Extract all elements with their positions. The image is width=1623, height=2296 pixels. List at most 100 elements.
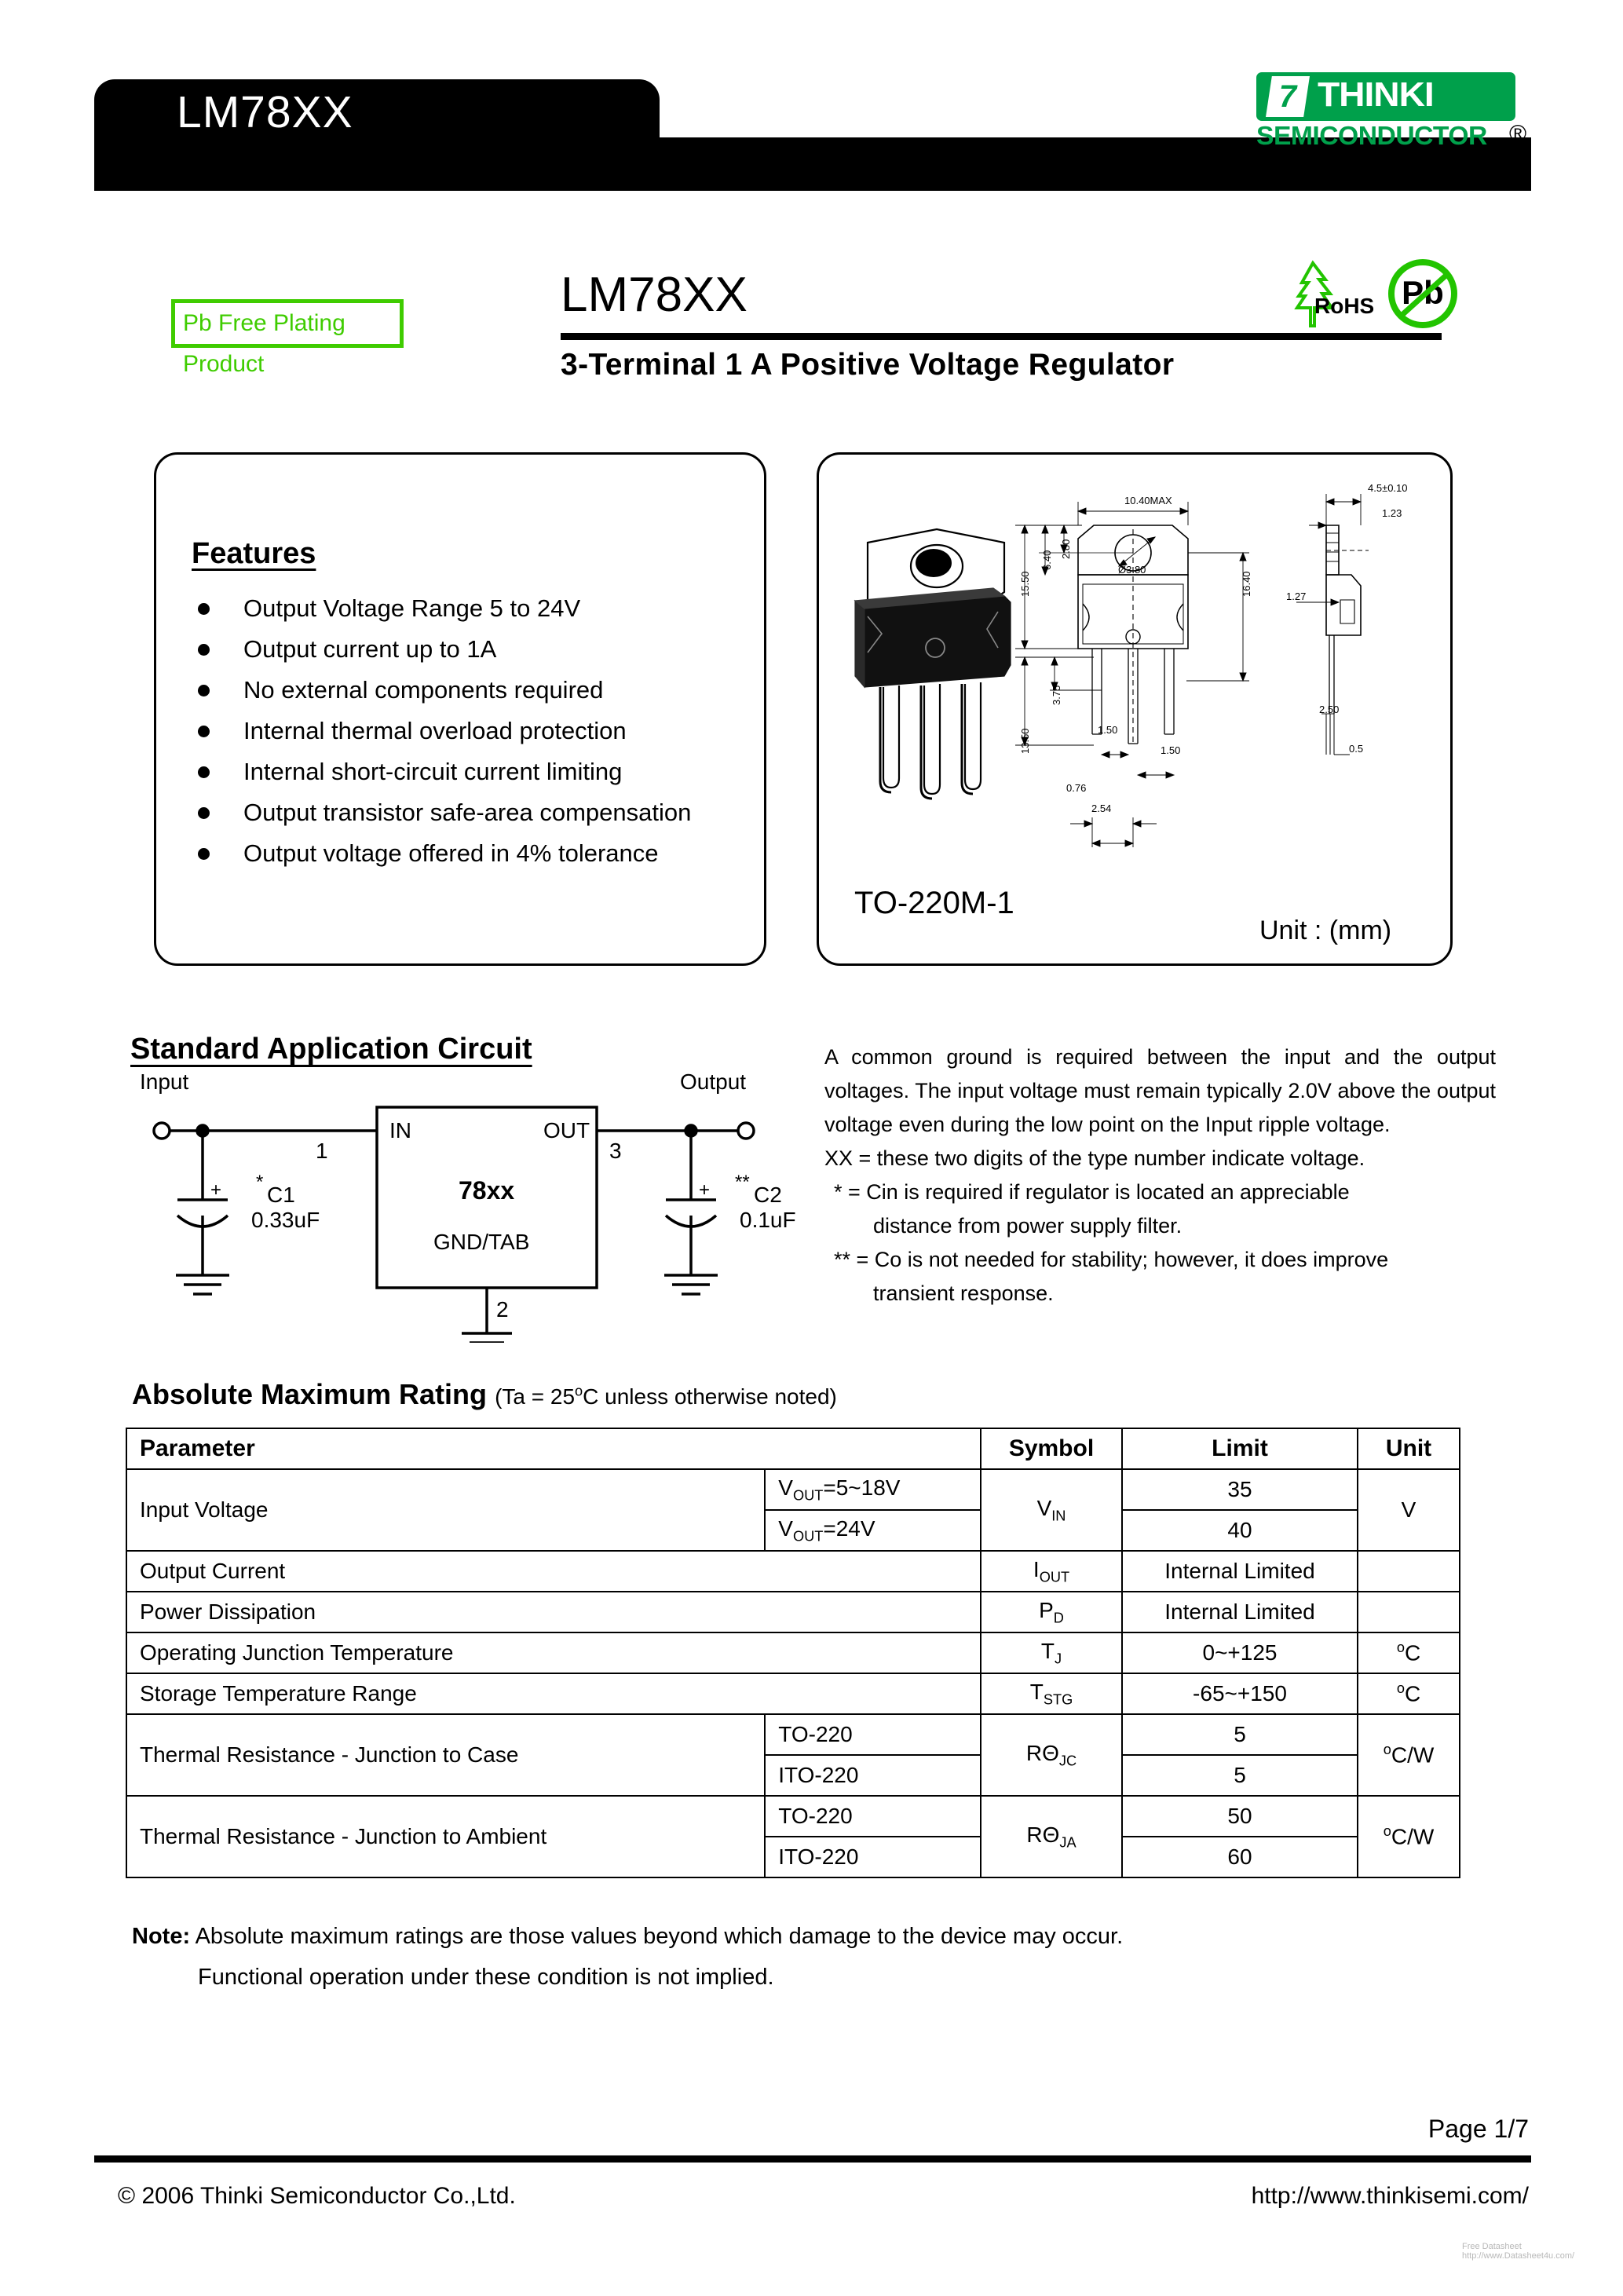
rohs-icon: RoHS: [1286, 259, 1375, 330]
circuit-c2-star: **: [735, 1172, 750, 1193]
logo-seven-icon: 7: [1266, 76, 1310, 117]
cell-parameter: Input Voltage: [125, 1468, 766, 1552]
cell-limit: Internal Limited: [1121, 1550, 1358, 1592]
bullet-icon: [198, 726, 210, 737]
cell-symbol: TJ: [980, 1632, 1123, 1674]
cell-unit: [1357, 1591, 1460, 1633]
dim-width-max: 10.40MAX: [1124, 495, 1172, 506]
cell-condition: VOUT=5~18V: [764, 1468, 981, 1511]
description-paragraph-1: A common ground is required between the …: [824, 1045, 1496, 1136]
cell-symbol: TSTG: [980, 1673, 1123, 1715]
dim-total-height: 16.40: [1241, 571, 1252, 597]
cell-limit: Internal Limited: [1121, 1591, 1358, 1633]
bullet-icon: [198, 644, 210, 656]
description-footnote-1b: distance from power supply filter.: [873, 1214, 1183, 1238]
feature-item: Internal thermal overload protection: [192, 711, 757, 751]
cell-parameter: Power Dissipation: [126, 1591, 981, 1633]
col-header-unit: Unit: [1357, 1428, 1460, 1470]
feature-label: No external components required: [243, 676, 604, 704]
abs-max-rating-table: Parameter Symbol Limit Unit Input Voltag…: [125, 1428, 1460, 1878]
cell-symbol: RΘJA: [980, 1795, 1123, 1878]
table-row: Operating Junction Temperature TJ 0~+125…: [126, 1632, 1460, 1674]
table-row: Thermal Resistance - Junction to Ambient…: [125, 1795, 1460, 1878]
cell-limit: 60: [1121, 1836, 1358, 1878]
dim-shoulder: 3.75: [1051, 685, 1062, 705]
feature-item: Output voltage offered in 4% tolerance: [192, 833, 757, 874]
dim-hole-offset: 2.80: [1060, 539, 1072, 559]
to220-front-view: [1077, 525, 1189, 745]
website-link[interactable]: http://www.thinkisemi.com/: [1252, 2183, 1529, 2210]
bullet-icon: [198, 603, 210, 615]
cell-unit: [1357, 1550, 1460, 1592]
bullet-icon: [198, 807, 210, 819]
dim-thickness: 4.5±0.10: [1368, 482, 1408, 494]
dim-lead-length: 13.50: [1019, 728, 1031, 754]
cell-parameter: Operating Junction Temperature: [126, 1632, 981, 1674]
header-part-number: LM78XX: [177, 87, 353, 137]
bullet-icon: [198, 766, 210, 778]
abs-max-rating-title: Absolute Maximum Rating: [132, 1378, 488, 1410]
col-header-symbol: Symbol: [980, 1428, 1123, 1470]
feature-label: Output current up to 1A: [243, 635, 497, 663]
circuit-gnd-label: GND/TAB: [433, 1230, 530, 1254]
cell-symbol: RΘJC: [980, 1713, 1123, 1797]
dim-body-height: 15.50: [1019, 571, 1031, 597]
cell-unit: oC/W: [1357, 1713, 1460, 1797]
feature-label: Internal thermal overload protection: [243, 717, 627, 744]
to220-side-view: [1325, 525, 1369, 755]
copyright-text: © 2006 Thinki Semiconductor Co.,Ltd.: [118, 2183, 516, 2209]
feature-item: Output current up to 1A: [192, 629, 757, 670]
circuit-c2-name: C2: [754, 1183, 782, 1207]
note-block: Note: Absolute maximum ratings are those…: [132, 1916, 1498, 1998]
features-heading: Features: [192, 537, 316, 570]
title-divider: [561, 333, 1442, 340]
logo-subtitle-text: SEMICONDUCTOR: [1256, 121, 1487, 150]
package-name-label: TO-220M-1: [854, 886, 1014, 920]
circuit-c2-polarity: +: [699, 1179, 711, 1201]
cell-limit: 5: [1121, 1713, 1358, 1756]
cell-unit: oC: [1357, 1673, 1460, 1715]
watermark-text: Free Datasheet http://www.Datasheet4u.co…: [1462, 2242, 1575, 2261]
circuit-c1-star: *: [256, 1172, 264, 1193]
cell-symbol: IOUT: [980, 1550, 1123, 1592]
page-header: LM78XX 7 THINKI SEMICONDUCTOR ®: [0, 0, 1623, 212]
circuit-pin1-label: 1: [316, 1139, 328, 1163]
feature-item: No external components required: [192, 670, 757, 711]
dim-lead-gap-a: 1.50: [1098, 724, 1118, 736]
cell-symbol: PD: [980, 1591, 1123, 1633]
cell-condition: TO-220: [764, 1713, 981, 1756]
application-circuit-heading: Standard Application Circuit: [130, 1033, 532, 1066]
cell-condition: TO-220: [764, 1795, 981, 1837]
cell-unit: oC/W: [1357, 1795, 1460, 1878]
company-logo: 7 THINKI SEMICONDUCTOR ®: [1233, 72, 1531, 159]
cell-condition: ITO-220: [764, 1754, 981, 1797]
description-paragraph-2: XX = these two digits of the type number…: [824, 1146, 1365, 1170]
cell-limit: 0~+125: [1121, 1632, 1358, 1674]
table-row: Power Dissipation PD Internal Limited: [126, 1591, 1460, 1633]
bullet-icon: [198, 848, 210, 860]
cell-parameter: Output Current: [126, 1550, 981, 1592]
features-panel: Features Output Voltage Range 5 to 24V O…: [154, 452, 766, 966]
circuit-c1-polarity: +: [210, 1179, 222, 1201]
footer-divider: [94, 2155, 1531, 2163]
cell-limit: -65~+150: [1121, 1673, 1358, 1715]
col-header-parameter: Parameter: [126, 1428, 981, 1470]
feature-label: Output transistor safe-area compensation: [243, 799, 692, 826]
rohs-label: RoHS: [1314, 294, 1375, 318]
feature-label: Output Voltage Range 5 to 24V: [243, 594, 581, 622]
package-unit-label: Unit : (mm): [1259, 916, 1392, 945]
feature-label: Internal short-circuit current limiting: [243, 758, 623, 785]
bullet-icon: [198, 685, 210, 696]
table-row: Thermal Resistance - Junction to Case TO…: [125, 1713, 1460, 1797]
cell-unit: V: [1357, 1468, 1460, 1552]
abs-max-rating-condition: (Ta = 25oC unless otherwise noted): [495, 1383, 837, 1409]
feature-item: Output Voltage Range 5 to 24V: [192, 588, 757, 629]
pb-free-plating-badge: Pb Free Plating Product: [171, 299, 404, 377]
table-row: Output Current IOUT Internal Limited: [126, 1550, 1460, 1592]
registered-trademark-icon: ®: [1509, 121, 1527, 147]
dim-lead-gap-b: 1.50: [1161, 744, 1181, 756]
description-footnote-2a: ** = Co is not needed for stability; how…: [834, 1248, 1389, 1271]
features-list: Output Voltage Range 5 to 24V Output cur…: [192, 588, 757, 874]
feature-label: Output voltage offered in 4% tolerance: [243, 839, 659, 867]
page-number: Page 1/7: [1427, 2115, 1529, 2143]
